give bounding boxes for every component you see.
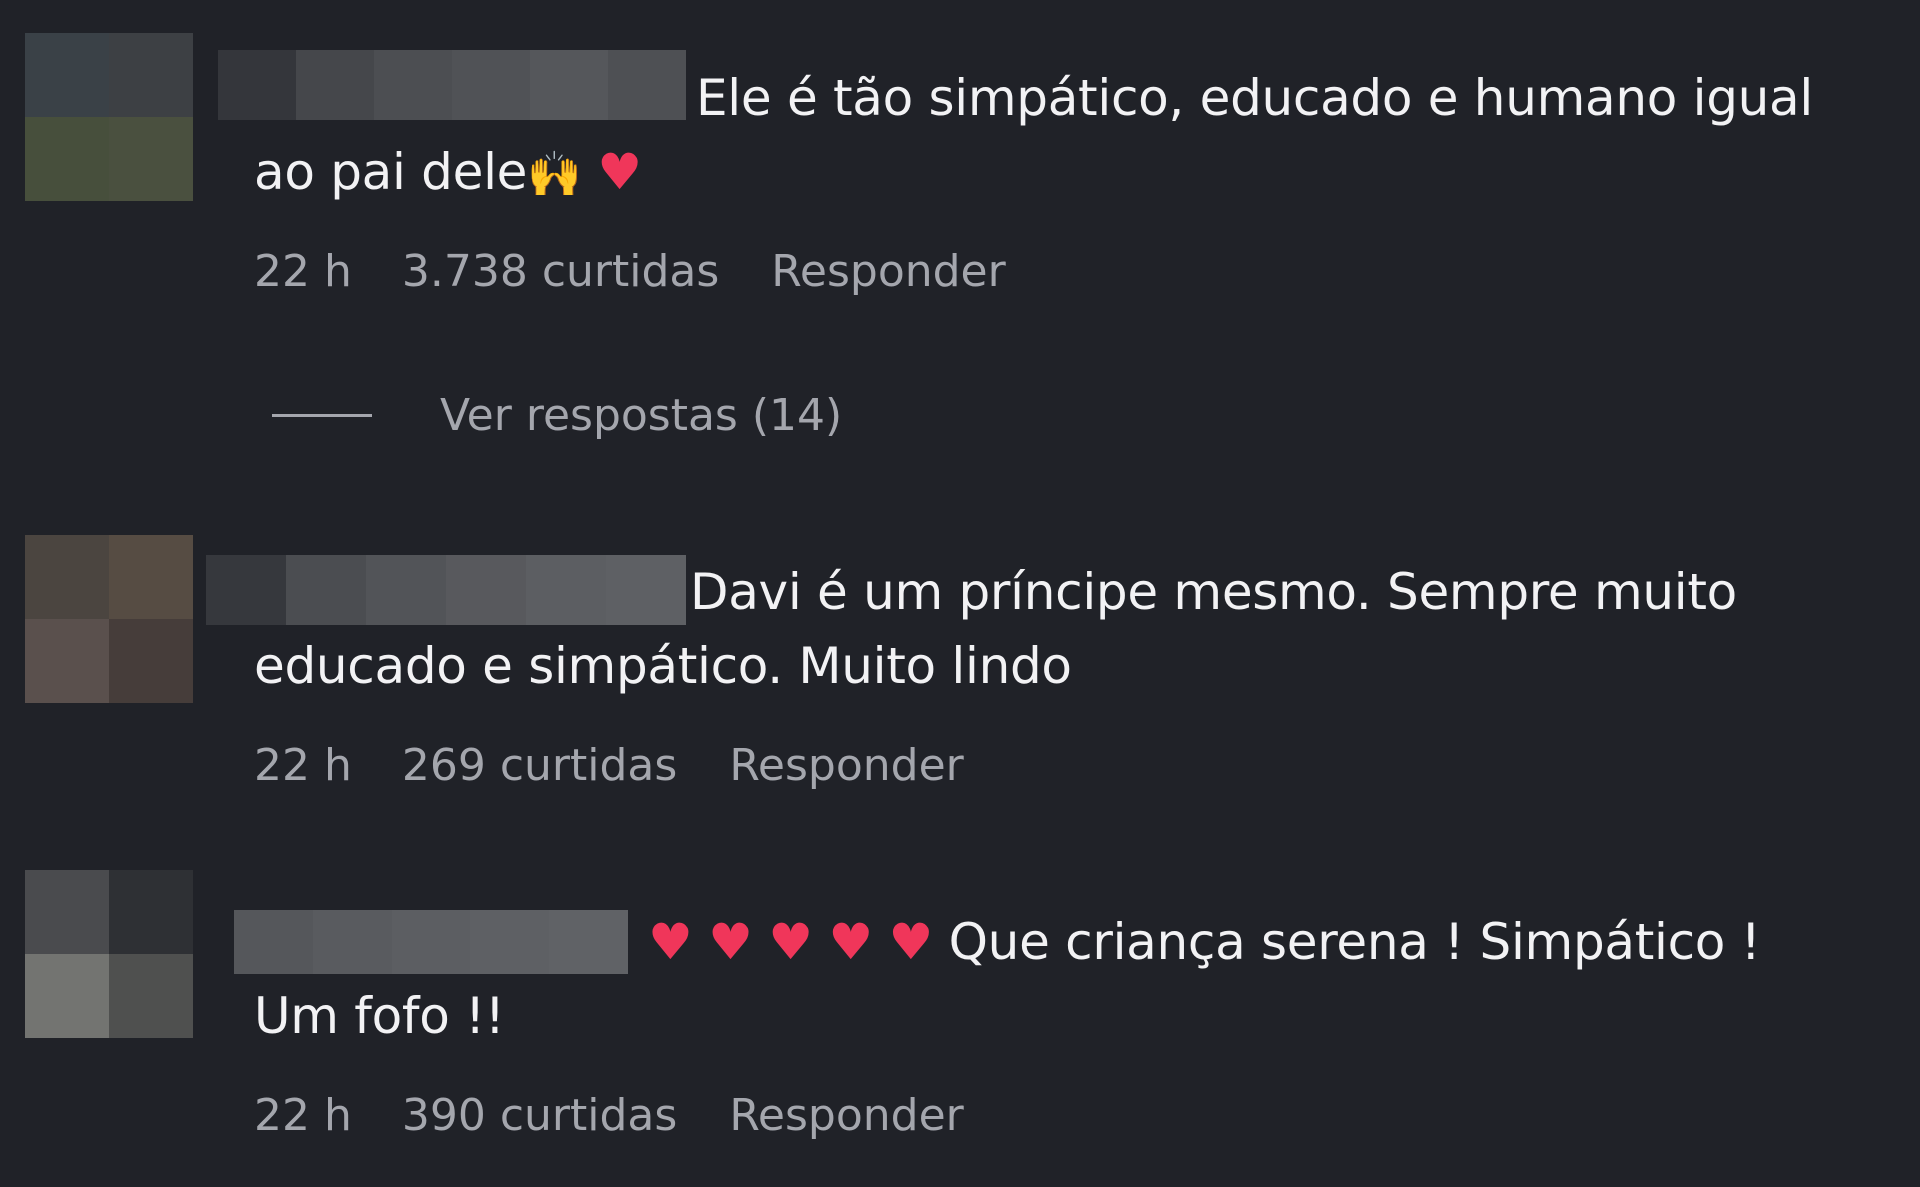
comments-panel: Ele é tão simpático, educado e humano ig…	[0, 0, 1920, 1187]
heart-icon: ♥	[597, 143, 642, 201]
heart-icon: ♥	[648, 913, 693, 971]
comment-text: Ele é tão simpático, educado e humano ig…	[696, 60, 1813, 136]
comment-text: Davi é um príncipe mesmo. Sempre muito	[690, 554, 1737, 630]
heart-icon: ♥	[708, 913, 753, 971]
heart-icon: ♥	[888, 913, 934, 971]
comment-text-line: Davi é um príncipe mesmo. Sempre muito	[690, 563, 1737, 621]
comment-text-line: educado e simpático. Muito lindo	[254, 637, 1072, 695]
comment-text-line: Ele é tão simpático, educado e humano ig…	[696, 69, 1813, 127]
comment-text: ♥ ♥ ♥ ♥ ♥ Que criança serena ! Simpático…	[648, 904, 1761, 980]
heart-icon: ♥	[828, 913, 873, 971]
username-redacted[interactable]	[218, 50, 686, 120]
comment-likes[interactable]: 269 curtidas	[402, 740, 677, 791]
comment-meta: 22 h 269 curtidas Responder	[254, 740, 964, 791]
raising-hands-icon: 🙌	[527, 149, 582, 200]
comment-time: 22 h	[254, 1090, 352, 1141]
reply-button[interactable]: Responder	[729, 740, 963, 791]
avatar[interactable]	[25, 33, 193, 201]
comment-text: educado e simpático. Muito lindo	[254, 628, 1072, 704]
comment-text-line: ao pai dele	[254, 143, 528, 201]
view-replies-button[interactable]: Ver respostas (14)	[272, 390, 842, 441]
comment-time: 22 h	[254, 246, 352, 297]
username-redacted[interactable]	[206, 555, 686, 625]
heart-icon: ♥	[768, 913, 813, 971]
reply-button[interactable]: Responder	[771, 246, 1005, 297]
divider-line	[272, 414, 372, 417]
view-replies-label: Ver respostas (14)	[440, 390, 843, 441]
comment-text: ao pai dele🙌 ♥	[254, 134, 642, 213]
avatar[interactable]	[25, 870, 193, 1038]
comment-likes[interactable]: 390 curtidas	[402, 1090, 677, 1141]
comment-text: Um fofo !!	[254, 978, 505, 1054]
comment-time: 22 h	[254, 740, 352, 791]
comment-text-line: Que criança serena ! Simpático !	[948, 913, 1761, 971]
reply-button[interactable]: Responder	[729, 1090, 963, 1141]
username-redacted[interactable]	[234, 910, 628, 974]
comment-text-line: Um fofo !!	[254, 987, 505, 1045]
comment-meta: 22 h 3.738 curtidas Responder	[254, 246, 1006, 297]
comment-likes[interactable]: 3.738 curtidas	[402, 246, 719, 297]
avatar[interactable]	[25, 535, 193, 703]
comment-meta: 22 h 390 curtidas Responder	[254, 1090, 964, 1141]
